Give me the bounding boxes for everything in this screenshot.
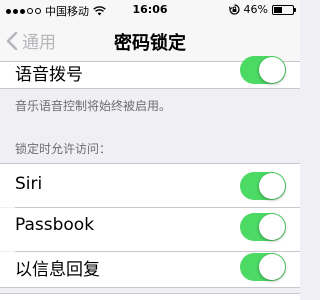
passbook-label: Passbook [15,215,95,235]
passbook-cell: Passbook [0,208,300,251]
divider [0,88,300,89]
battery-percent: 46% [243,3,268,16]
reply-with-message-cell: 以信息回复 [0,252,300,287]
reply-with-message-toggle[interactable] [240,253,286,281]
locked-access-header: 锁定时允许访问： [15,142,112,156]
siri-label: Siri [15,174,43,194]
voice-dial-label: 语音拨号 [15,65,83,85]
status-right: 46% [228,3,296,16]
siri-cell: Siri [0,164,300,207]
next-group-cell [0,293,300,300]
battery-fill [274,6,283,13]
passbook-toggle[interactable] [240,213,286,241]
voice-dial-footer: 音乐语音控制将始终被启用。 [15,99,172,113]
reply-with-message-label: 以信息回复 [15,260,100,280]
voice-dial-cell: 语音拨号 [0,56,300,88]
page-title: 密码锁定 [114,33,186,54]
voice-dial-toggle[interactable] [240,56,286,84]
siri-toggle[interactable] [240,172,286,200]
status-bar: 中国移动 16:06 46% [0,0,300,20]
rotation-lock-icon [228,4,240,15]
passcode-lock-screen: 中国移动 16:06 46% 通用 密码锁定 语音拨号 音乐语音控制将始终被启用… [0,0,300,300]
battery-icon [272,4,296,15]
divider [0,287,300,288]
